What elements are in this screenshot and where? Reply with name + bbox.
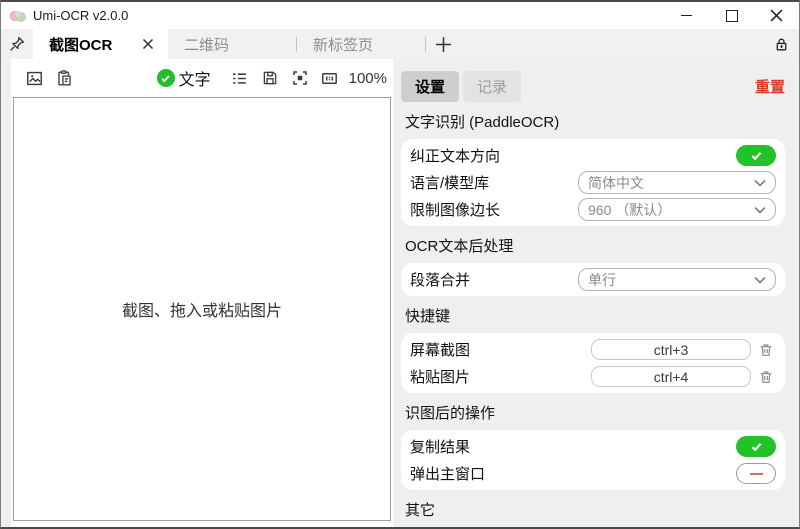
lock-button[interactable] [763, 29, 799, 59]
screenshot-hotkey-input[interactable]: ctrl+3 [591, 339, 751, 360]
image-drop-area[interactable]: 截图、拖入或粘贴图片 [13, 97, 391, 521]
close-button[interactable] [754, 2, 799, 29]
dropdown-value: 简体中文 [588, 173, 754, 193]
tab-new-page[interactable]: 新标签页 [297, 29, 425, 59]
clipboard-icon [55, 69, 74, 88]
minimize-icon [681, 15, 692, 16]
copy-result-toggle[interactable] [736, 436, 776, 457]
setting-label: 限制图像边长 [410, 199, 500, 220]
setting-label: 段落合并 [410, 269, 470, 290]
app-icon [9, 8, 27, 24]
paste-hotkey-input[interactable]: ctrl+4 [591, 366, 751, 387]
main-content: 文字 [1, 59, 799, 527]
tab-qrcode[interactable]: 二维码 [168, 29, 296, 59]
section-title-post: OCR文本后处理 [405, 235, 785, 256]
ocr-mode-label: 文字 [179, 66, 211, 90]
clear-paste-hotkey-button[interactable] [756, 367, 776, 387]
save-result-button[interactable] [257, 65, 283, 91]
setting-row-screenshot-hotkey: 屏幕截图 ctrl+3 [410, 336, 776, 363]
hotkeys-card: 屏幕截图 ctrl+3 粘贴图片 ctrl+4 [401, 333, 785, 393]
close-icon [770, 9, 783, 22]
tab-label: 二维码 [184, 34, 229, 55]
setting-row-paragraph-merge: 段落合并 单行 [410, 266, 776, 293]
screenshot-crop-button[interactable] [287, 65, 313, 91]
close-icon [142, 38, 154, 50]
setting-row-paste-hotkey: 粘贴图片 ctrl+4 [410, 363, 776, 390]
check-icon [750, 440, 763, 453]
max-image-side-dropdown[interactable]: 960 （默认） [578, 198, 776, 221]
save-icon [261, 69, 279, 87]
tab-bar: 截图OCR 二维码 新标签页 [1, 29, 799, 59]
chevron-down-icon [754, 276, 766, 284]
app-window: Umi-OCR v2.0.0 截图OCR [0, 0, 800, 529]
tab-settings[interactable]: 设置 [401, 71, 459, 102]
tab-screenshot-ocr[interactable]: 截图OCR [33, 29, 168, 59]
window-controls [664, 2, 799, 29]
post-processing-card: 段落合并 单行 [401, 263, 785, 296]
setting-label: 语言/模型库 [410, 172, 489, 193]
reset-button[interactable]: 重置 [755, 76, 785, 97]
window-title: Umi-OCR v2.0.0 [33, 8, 128, 23]
list-icon [230, 69, 249, 88]
settings-tab-bar: 设置 记录 重置 [401, 71, 785, 102]
clear-screenshot-hotkey-button[interactable] [756, 340, 776, 360]
setting-label: 复制结果 [410, 436, 470, 457]
maximize-icon [726, 10, 738, 22]
popup-main-window-toggle[interactable] [736, 463, 776, 484]
setting-row-max-side: 限制图像边长 960 （默认） [410, 196, 776, 223]
settings-panel: 设置 记录 重置 文字识别 (PaddleOCR) 纠正文本方向 语言/模型库 [393, 59, 799, 527]
pin-button[interactable] [1, 29, 33, 59]
setting-label: 弹出主窗口 [410, 463, 485, 484]
lock-icon [773, 36, 790, 53]
check-circle-icon [157, 69, 175, 87]
language-model-dropdown[interactable]: 简体中文 [578, 171, 776, 194]
setting-row-copy-result: 复制结果 [410, 433, 776, 460]
ocr-settings-card: 纠正文本方向 语言/模型库 简体中文 [401, 139, 785, 226]
one-to-one-zoom-button[interactable] [317, 65, 343, 91]
chevron-down-icon [754, 179, 766, 187]
one-to-one-icon [320, 69, 339, 88]
dropdown-value: 960 （默认） [588, 200, 754, 220]
text-layout-button[interactable] [227, 65, 253, 91]
title-bar: Umi-OCR v2.0.0 [1, 2, 799, 29]
trash-icon [758, 342, 774, 358]
check-icon [750, 149, 763, 162]
screenshot-ocr-panel: 文字 [11, 59, 393, 527]
dropdown-value: 单行 [588, 270, 754, 290]
setting-label: 纠正文本方向 [410, 145, 500, 166]
section-title-after: 识图后的操作 [405, 402, 785, 423]
new-tab-button[interactable] [426, 29, 460, 59]
setting-row-popup-window: 弹出主窗口 [410, 460, 776, 487]
after-recognition-card: 复制结果 弹出主窗口 [401, 430, 785, 490]
tab-records[interactable]: 记录 [463, 71, 521, 102]
section-title-ocr: 文字识别 (PaddleOCR) [405, 111, 785, 132]
section-title-hotkeys: 快捷键 [405, 305, 785, 326]
tab-label: 新标签页 [313, 34, 373, 55]
minimize-button[interactable] [664, 2, 709, 29]
chevron-down-icon [754, 206, 766, 214]
setting-row-fix-direction: 纠正文本方向 [410, 142, 776, 169]
paragraph-merge-dropdown[interactable]: 单行 [578, 268, 776, 291]
tab-label: 截图OCR [49, 34, 138, 55]
section-title-other: 其它 [405, 499, 785, 520]
pin-icon [8, 35, 26, 53]
maximize-button[interactable] [709, 2, 754, 29]
tab-close-button[interactable] [138, 34, 158, 54]
crop-icon [291, 69, 309, 87]
ocr-engine-status[interactable]: 文字 [157, 65, 221, 91]
fix-direction-toggle[interactable] [736, 145, 776, 166]
paste-image-button[interactable] [51, 65, 77, 91]
trash-icon [758, 369, 774, 385]
minus-icon [750, 473, 763, 475]
dropzone-hint: 截图、拖入或粘贴图片 [122, 297, 282, 321]
image-toolbar: 文字 [11, 59, 393, 97]
zoom-level-indicator[interactable]: 100% [349, 70, 387, 87]
setting-label: 粘贴图片 [410, 366, 470, 387]
image-icon [25, 69, 44, 88]
setting-row-language: 语言/模型库 简体中文 [410, 169, 776, 196]
plus-icon [435, 36, 452, 53]
open-image-button[interactable] [21, 65, 47, 91]
setting-label: 屏幕截图 [410, 339, 470, 360]
